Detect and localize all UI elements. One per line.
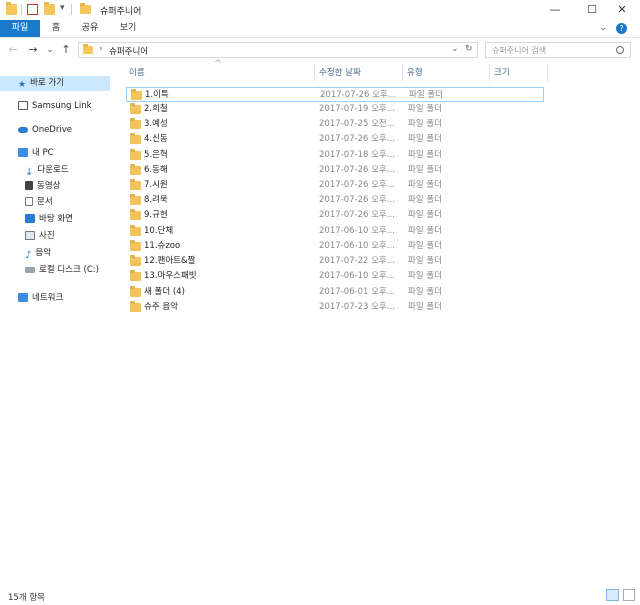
sidebar-item-local-disk[interactable]: 로컬 디스크 (C:) — [25, 263, 99, 278]
folder-icon — [130, 255, 141, 266]
sidebar-item-desktop[interactable]: 바탕 화면 — [25, 212, 73, 227]
column-header-size[interactable]: 크기 — [490, 64, 548, 82]
folder-icon — [130, 149, 141, 160]
document-icon — [25, 197, 33, 206]
sidebar-item-onedrive[interactable]: OneDrive — [18, 123, 72, 138]
file-row[interactable]: 1.이특 2017-07-26 오후... 파일 폴더 — [126, 87, 544, 102]
folder-icon — [130, 118, 141, 129]
folder-icon — [6, 2, 17, 15]
sidebar-item-videos[interactable]: 동영상 — [25, 179, 60, 194]
address-bar[interactable]: › 슈퍼주니어 ⌄ ↻ — [78, 42, 478, 58]
computer-icon — [18, 148, 28, 157]
back-button[interactable]: ← — [6, 42, 20, 58]
breadcrumb-separator: › — [99, 44, 103, 54]
file-row[interactable]: 6.동해 2017-07-26 오후... 파일 폴더 — [126, 163, 544, 178]
folder-icon — [130, 286, 141, 297]
music-icon: ♪ — [25, 250, 32, 261]
desktop-icon — [25, 214, 35, 223]
navigation-bar: ← → ⌄ ↑ › 슈퍼주니어 ⌄ ↻ 슈퍼주니어 검색 — [0, 40, 640, 60]
forward-button[interactable]: → — [26, 42, 40, 58]
folder-icon — [131, 89, 142, 100]
tab-share[interactable]: 공유 — [76, 20, 104, 37]
folder-icon — [83, 44, 93, 54]
star-icon: ★ — [18, 80, 27, 90]
download-icon: ↓ — [25, 167, 34, 178]
search-box[interactable]: 슈퍼주니어 검색 — [485, 42, 631, 58]
tab-view[interactable]: 보기 — [114, 20, 142, 37]
folder-icon — [130, 209, 141, 220]
file-row[interactable]: 10.단체 2017-06-10 오후... 파일 폴더 — [126, 224, 544, 239]
tab-file[interactable]: 파일 — [0, 20, 40, 37]
search-icon[interactable] — [616, 46, 624, 54]
sidebar-item-quick-access[interactable]: ★ 바로 가기 — [0, 76, 110, 91]
file-row[interactable]: 12.팬아트&짤 2017-07-22 오후... 파일 폴더 — [126, 254, 544, 269]
folder-icon — [130, 240, 141, 251]
search-placeholder: 슈퍼주니어 검색 — [492, 46, 547, 55]
network-icon — [18, 293, 28, 302]
tab-home[interactable]: 홈 — [44, 20, 68, 37]
folder-icon — [130, 270, 141, 281]
sidebar-item-pictures[interactable]: 사진 — [25, 229, 55, 244]
sidebar-item-samsung-link[interactable]: Samsung Link — [18, 99, 92, 114]
sidebar-item-music[interactable]: ♪ 음악 — [25, 246, 51, 261]
properties-icon[interactable] — [27, 4, 38, 15]
title-bar: ▾ 슈퍼주니어 — ☐ ✕ — [0, 0, 640, 20]
file-row[interactable]: 8.려욱 2017-07-26 오후... 파일 폴더 — [126, 193, 544, 208]
video-icon — [25, 181, 33, 190]
ribbon-tabs: 파일 홈 공유 보기 ⌄ ? — [0, 20, 640, 38]
samsung-link-icon — [18, 101, 28, 110]
sidebar-item-downloads[interactable]: ↓ 다운로드 — [25, 163, 69, 178]
file-row[interactable]: 슈주 음악 2017-07-23 오후... 파일 폴더 — [126, 300, 544, 315]
address-dropdown-icon[interactable]: ⌄ — [451, 44, 459, 54]
breadcrumb-current[interactable]: 슈퍼주니어 — [109, 45, 148, 57]
file-row[interactable]: 새 폴더 (4) 2017-06-01 오후... 파일 폴더 — [126, 285, 544, 300]
file-row[interactable]: 5.은혁 2017-07-18 오후... 파일 폴더 — [126, 148, 544, 163]
status-bar: 15개 항목 — [0, 586, 640, 605]
expand-ribbon-icon[interactable]: ⌄ — [596, 20, 610, 37]
new-folder-icon[interactable] — [44, 2, 55, 15]
close-button[interactable]: ✕ — [604, 0, 640, 20]
separator — [71, 4, 72, 15]
up-button[interactable]: ↑ — [59, 42, 73, 58]
folder-icon — [130, 301, 141, 312]
navigation-pane: ★ 바로 가기 Samsung Link OneDrive 내 PC ↓ 다운로드 … — [0, 64, 112, 584]
drive-icon — [25, 266, 35, 273]
cloud-icon — [18, 126, 28, 133]
recent-locations-button[interactable]: ⌄ — [43, 42, 57, 58]
folder-icon — [130, 225, 141, 236]
file-row[interactable]: 7.시원 2017-07-26 오후... 파일 폴더 — [126, 178, 544, 193]
refresh-icon[interactable]: ↻ — [465, 44, 473, 54]
column-headers: ^ 이름 수정한 날짜 유형 크기 — [116, 59, 640, 82]
sidebar-item-this-pc[interactable]: 내 PC — [18, 146, 54, 161]
column-header-name[interactable]: 이름 — [116, 64, 315, 82]
folder-icon — [130, 133, 141, 144]
sidebar-item-network[interactable]: 네트워크 — [18, 291, 63, 306]
file-row[interactable]: 3.예성 2017-07-25 오전... 파일 폴더 — [126, 117, 544, 132]
item-count: 15개 항목 — [8, 593, 45, 603]
sidebar-item-documents[interactable]: 문서 — [25, 195, 53, 210]
folder-icon — [130, 164, 141, 175]
column-header-type[interactable]: 유형 — [403, 64, 490, 82]
file-row[interactable]: 4.신동 2017-07-26 오후... 파일 폴더 — [126, 132, 544, 147]
file-row[interactable]: 9.규현 2017-07-26 오후... 파일 폴더 — [126, 208, 544, 223]
file-row[interactable]: 2.희철 2017-07-19 오후... 파일 폴더 — [126, 102, 544, 117]
minimize-button[interactable]: — — [535, 0, 575, 20]
large-icons-view-icon[interactable] — [623, 589, 635, 601]
details-view-icon[interactable] — [606, 589, 619, 601]
picture-icon — [25, 231, 35, 240]
folder-icon — [130, 103, 141, 114]
folder-icon — [130, 179, 141, 190]
quick-access-dropdown-icon[interactable]: ▾ — [60, 3, 65, 13]
file-row[interactable]: 11.슈zoo 2017-06-10 오후... 파일 폴더 — [126, 239, 544, 254]
file-row[interactable]: 13.마우스패빗 2017-06-10 오후... 파일 폴더 — [126, 269, 544, 284]
separator — [21, 4, 22, 15]
column-header-date[interactable]: 수정한 날짜 — [315, 64, 403, 82]
window-folder-icon — [80, 3, 91, 14]
folder-icon — [130, 194, 141, 205]
window-title: 슈퍼주니어 — [100, 7, 142, 17]
help-icon[interactable]: ? — [616, 23, 627, 34]
